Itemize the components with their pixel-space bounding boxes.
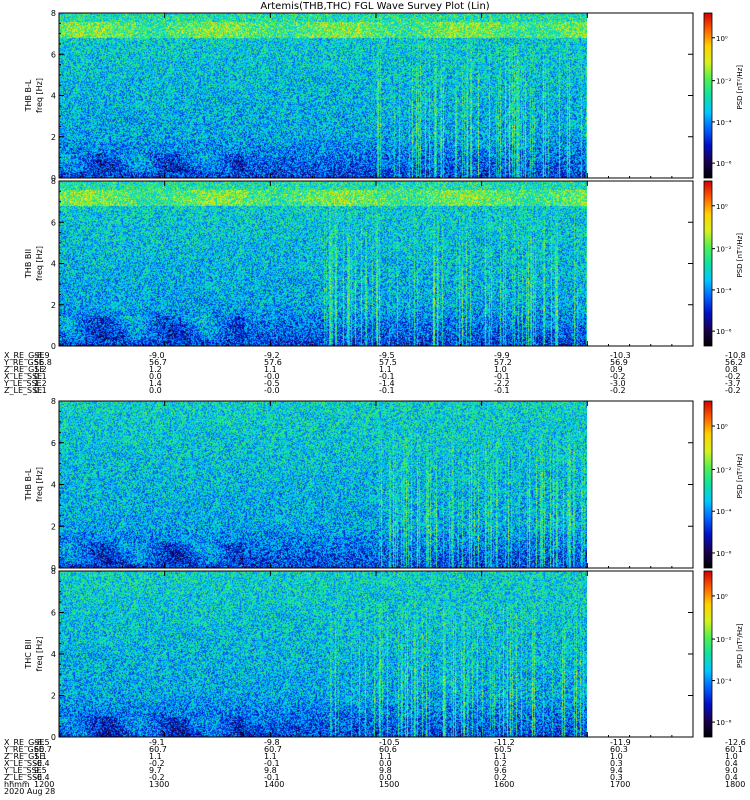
y-tick-label: 6: [51, 218, 56, 227]
y-tick-label: 6: [51, 439, 56, 448]
colorbar-tick-label: 10⁻⁶: [716, 719, 732, 727]
ephemeris-value: 1800: [725, 780, 746, 789]
y-axis-label: THC BII: [24, 639, 33, 669]
spectrogram-panel-3: 02468THB B-L freq [Hz]10⁰10⁻²10⁻⁴10⁻⁶PSD …: [24, 397, 744, 573]
ephemeris-value: -0.2: [725, 386, 741, 395]
ephemeris-row: Z_LE_SSE 0.1 0.0 -0.0 -0.1 -0.1 -0.2 -0.2: [4, 386, 744, 395]
colorbar: [703, 400, 713, 569]
spectrogram-heatmap: [59, 13, 587, 178]
ephemeris-value: 1600: [494, 780, 515, 789]
colorbar-label: PSD [nT²/Hz]: [736, 233, 744, 278]
y-tick-label: 4: [51, 260, 56, 269]
ephemeris-table-bottom: X_RE_GSE -8.5 -9.1 -9.8 -10.5 -11.2 -11.9 -12.6…: [4, 739, 746, 796]
y-axis-label: THB B-L: [24, 468, 33, 501]
y-axis-label: THB BII: [24, 249, 33, 279]
colorbar-tick-label: 10⁻²: [716, 246, 732, 254]
spectrogram-panel-4: 02468THC BII freq [Hz]10⁰10⁻²10⁻⁴10⁻⁶PSD …: [24, 567, 744, 742]
colorbar-tick-label: 10⁰: [716, 423, 728, 431]
ephemeris-row: Z_RE_GSE 1.1 1.1 1.1 1.1 1.1 1.0 1.0: [4, 753, 744, 761]
spectrogram-figure: 02468THB B-L freq [Hz]10⁰10⁻²10⁻⁴10⁻⁶PSD …: [24, 9, 744, 742]
ephemeris-value: 1300: [149, 780, 170, 789]
ephemeris-label: 2020 Aug 28: [4, 787, 56, 796]
colorbar-tick-label: 10⁻⁴: [716, 287, 732, 295]
ephemeris-row: X_RE_GSE -8.9 -9.0 -9.2 -9.5 -9.9 -10.3 -10.8: [4, 352, 746, 360]
y-tick-label: 2: [51, 692, 56, 701]
y-axis-label: freq [Hz]: [35, 246, 44, 281]
y-axis-label: freq [Hz]: [35, 78, 44, 113]
y-tick-label: 6: [51, 609, 56, 618]
ephemeris-row: hhmm 1200 1300 1400 1500 1600 1700 1800: [4, 780, 746, 789]
ephemeris-row: Y_RE_GSE 56.8 56.7 57.6 57.5 57.2 56.9 56.2: [4, 359, 744, 367]
colorbar-tick-label: 10⁰: [716, 593, 728, 601]
y-tick-label: 4: [51, 92, 56, 101]
spectrogram-heatmap: [59, 571, 587, 737]
ephemeris-row: X_LE_SSE -0.4 -0.2 -0.1 0.0 0.2 0.3 0.4: [4, 760, 744, 768]
colorbar-tick-label: 10⁻⁴: [716, 119, 732, 127]
y-tick-label: 6: [51, 50, 56, 59]
colorbar-label: PSD [nT²/Hz]: [736, 623, 744, 668]
ephemeris-value: 1400: [264, 780, 285, 789]
ephemeris-row: Y_LE_SSE 1.2 1.4 -0.5 -1.4 -2.2 -3.0 -3.7: [4, 380, 744, 388]
colorbar-tick-label: 10⁰: [716, 203, 728, 211]
y-tick-label: 0: [51, 342, 56, 351]
y-tick-label: 8: [51, 567, 56, 576]
colorbar-tick-label: 10⁻⁶: [716, 550, 732, 558]
colorbar-tick-label: 10⁻²: [716, 78, 732, 86]
y-axis-label: freq [Hz]: [35, 637, 44, 672]
y-tick-label: 4: [51, 481, 56, 490]
ephemeris-value: 0.1: [34, 386, 47, 395]
colorbar: [703, 570, 713, 738]
ephemeris-row: X_LE_SSE 0.1 0.0 -0.0 -0.1 -0.1 -0.2 -0.2: [4, 373, 744, 381]
colorbar-label: PSD [nT²/Hz]: [736, 65, 744, 110]
ephemeris-table-top: X_RE_GSE -8.9 -9.0 -9.2 -9.5 -9.9 -10.3 -10.8 Y_…: [4, 352, 746, 395]
ephemeris-row: Z_RE_GSE 1.2 1.2 1.1 1.1 1.0 0.9 0.8: [4, 366, 744, 374]
colorbar-tick-label: 10⁻²: [716, 466, 732, 474]
y-tick-label: 8: [51, 9, 56, 18]
ephemeris-row: X_RE_GSE -8.5 -9.1 -9.8 -10.5 -11.2 -11.9 -12.6: [4, 739, 746, 747]
colorbar-tick-label: 10⁻⁴: [716, 508, 732, 516]
colorbar-tick-label: 10⁻²: [716, 636, 732, 644]
colorbar-label: PSD [nT²/Hz]: [736, 454, 744, 499]
colorbar: [703, 12, 713, 179]
ephemeris-value: -0.1: [494, 386, 510, 395]
ephemeris-row: Z_LE_SSE -0.4 -0.2 -0.1 0.0 0.2 0.3 0.4: [4, 774, 744, 782]
y-tick-label: 8: [51, 177, 56, 186]
y-axis-label: THB B-L: [24, 79, 33, 112]
colorbar-tick-label: 10⁻⁴: [716, 678, 732, 686]
ephemeris-row: 2020 Aug 28: [4, 787, 744, 796]
ephemeris-row: Y_LE_SSE 9.5 9.7 9.8 9.8 9.6 9.4 9.0: [4, 767, 744, 775]
spectrogram-heatmap: [59, 401, 587, 568]
spectrogram-heatmap: [59, 181, 587, 346]
y-tick-label: 2: [51, 133, 56, 142]
colorbar-tick-label: 10⁰: [716, 35, 728, 43]
ephemeris-value: -0.0: [264, 386, 280, 395]
y-tick-label: 2: [51, 301, 56, 310]
y-tick-label: 2: [51, 522, 56, 531]
y-axis-label: freq [Hz]: [35, 467, 44, 502]
colorbar-tick-label: 10⁻⁶: [716, 328, 732, 336]
spectrogram-panel-1: 02468THB B-L freq [Hz]10⁰10⁻²10⁻⁴10⁻⁶PSD …: [24, 9, 744, 183]
colorbar-tick-label: 10⁻⁶: [716, 160, 732, 168]
ephemeris-value: -0.2: [610, 386, 626, 395]
ephemeris-value: 1500: [379, 780, 400, 789]
ephemeris-row: Y_RE_GSE 60.7 60.7 60.7 60.6 60.5 60.3 60.1: [4, 746, 744, 754]
ephemeris-value: -0.1: [379, 386, 395, 395]
ephemeris-value: 0.0: [149, 386, 162, 395]
y-tick-label: 8: [51, 397, 56, 406]
colorbar: [703, 180, 713, 347]
y-tick-label: 4: [51, 650, 56, 659]
ephemeris-value: 1700: [610, 780, 631, 789]
spectrogram-panel-2: 0 2 4 6 8 THB BII freq [Hz] 10⁰ 10⁻² 10⁻⁴ 10⁻⁶ PSD …: [24, 177, 744, 351]
